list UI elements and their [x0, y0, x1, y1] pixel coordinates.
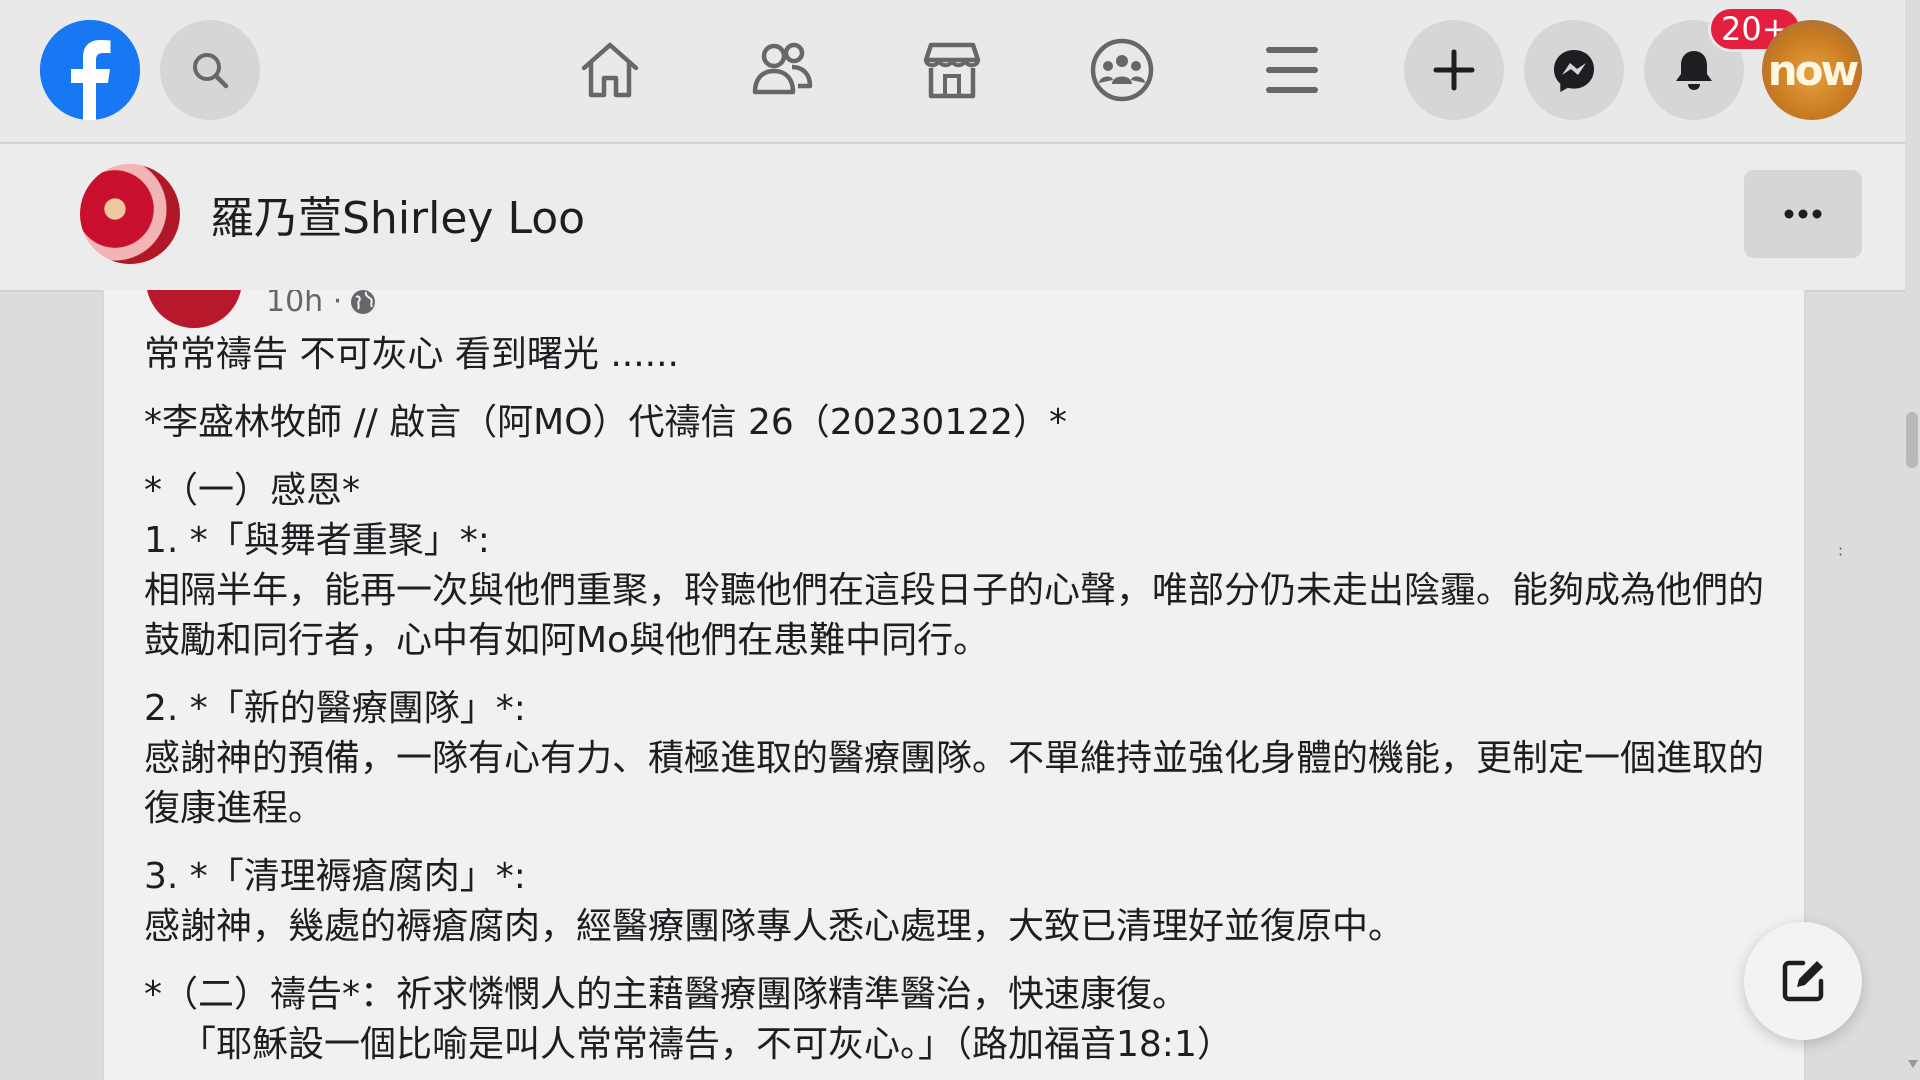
nav-friends[interactable]	[744, 32, 820, 108]
facebook-logo[interactable]	[40, 20, 140, 120]
post-line: *（一）感恩*	[144, 470, 361, 511]
avatar-logo-text: now	[1767, 45, 1860, 95]
post-card: 10h · 常常禱告 不可灰心 看到曙光 ...... *李盛林牧師 // 啟言…	[102, 290, 1806, 1080]
post-line: *（二）禱告*：祈求憐憫人的主藉醫療團隊精準醫治，快速康復。	[144, 974, 1189, 1015]
marketplace-icon	[923, 42, 981, 99]
nav-menu[interactable]	[1254, 32, 1330, 108]
profile-header: 羅乃萱Shirley Loo	[0, 144, 1905, 292]
side-expand-handle[interactable]: · ·	[1838, 541, 1843, 563]
post-line: *李盛林牧師 // 啟言（阿MO）代禱信 26（20230122）*	[144, 402, 1068, 443]
friends-icon	[752, 42, 813, 95]
nav-groups[interactable]	[1084, 32, 1160, 108]
new-message-button[interactable]	[1744, 922, 1862, 1040]
post-line: 相隔半年，能再一次與他們重聚，聆聽他們在這段日子的心聲，唯部分仍未走出陰霾。能夠…	[144, 570, 1765, 661]
search-button[interactable]	[160, 20, 260, 120]
globe-icon	[351, 290, 376, 314]
messenger-button[interactable]	[1524, 20, 1624, 120]
post-author-avatar[interactable]	[146, 290, 242, 328]
more-dots-icon	[1784, 209, 1822, 219]
scrollbar-thumb[interactable]	[1906, 412, 1918, 468]
menu-icon	[1266, 47, 1318, 93]
post-line: 2. *「新的醫療團隊」*:	[144, 688, 526, 729]
bell-icon	[1676, 51, 1712, 90]
more-options-button[interactable]	[1744, 170, 1862, 258]
plus-icon	[1433, 49, 1475, 91]
post-line: 常常禱告 不可灰心 看到曙光 ......	[144, 334, 679, 375]
nav-marketplace[interactable]	[914, 32, 990, 108]
account-avatar[interactable]: now	[1762, 20, 1862, 120]
post-body: 常常禱告 不可灰心 看到曙光 ...... *李盛林牧師 // 啟言（阿MO）代…	[144, 330, 1774, 1070]
nav-home[interactable]	[572, 32, 648, 108]
scrollbar-down-arrow[interactable]	[1908, 1060, 1918, 1068]
post-line: 1. *「與舞者重聚」*:	[144, 520, 490, 561]
post-meta: 10h ·	[266, 290, 378, 319]
home-icon	[581, 42, 639, 98]
groups-icon	[1090, 38, 1154, 102]
top-navigation-bar: 20+ now	[0, 0, 1905, 144]
post-line: 「耶穌設一個比喻是叫人常常禱告，不可灰心。」（路加福音18:1）	[180, 1024, 1233, 1065]
post-line: 感謝神的預備，一隊有心有力、積極進取的醫療團隊。不單維持並強化身體的機能，更制定…	[144, 738, 1765, 829]
post-line: 感謝神，幾處的褥瘡腐肉，經醫療團隊專人悉心處理，大致已清理好並復原中。	[144, 906, 1405, 947]
post-line: 3. *「清理褥瘡腐肉」*:	[144, 856, 526, 897]
compose-icon	[1782, 960, 1824, 1002]
create-button[interactable]	[1404, 20, 1504, 120]
profile-avatar[interactable]	[80, 164, 180, 264]
post-timestamp[interactable]: 10h ·	[266, 290, 342, 319]
profile-name[interactable]: 羅乃萱Shirley Loo	[210, 182, 585, 246]
messenger-icon	[1554, 50, 1594, 92]
search-icon	[193, 53, 229, 89]
